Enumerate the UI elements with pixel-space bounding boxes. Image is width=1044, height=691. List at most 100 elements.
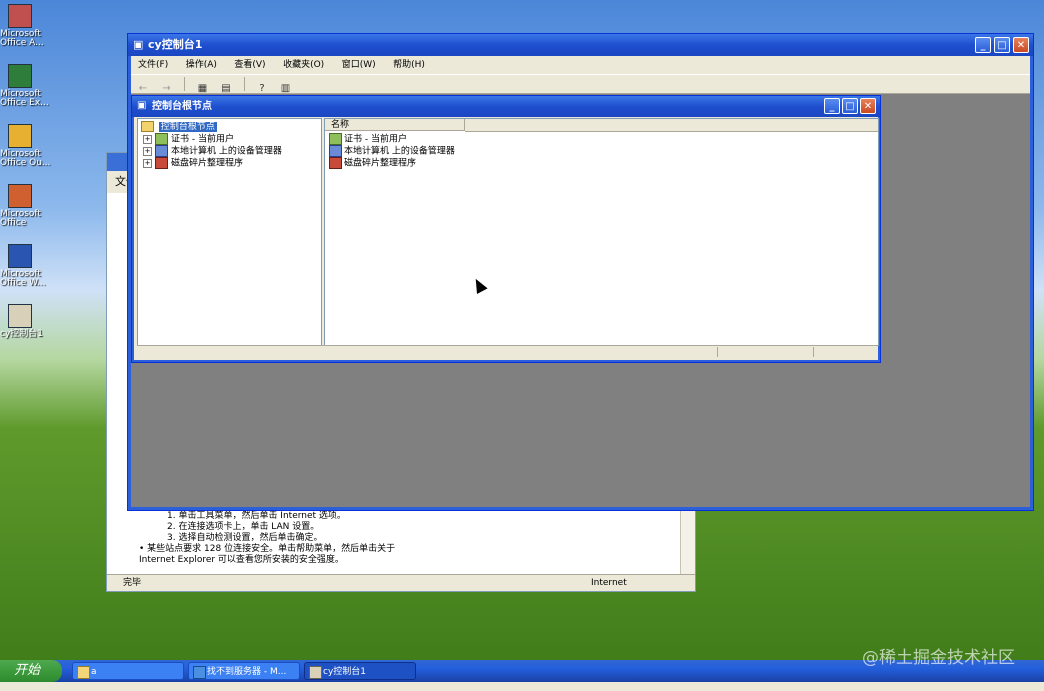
folder-icon [77, 666, 90, 679]
minimize-button[interactable]: _ [975, 37, 991, 53]
toolbar-separator [184, 77, 185, 91]
close-button[interactable]: ✕ [1013, 37, 1029, 53]
taskbar-button-console[interactable]: cy控制台1 [304, 662, 416, 680]
tree-root-label: 控制台根节点 [158, 122, 217, 132]
desktop-icon-label: Microsoft Office [0, 209, 41, 228]
mmc-app-icon: ▣ [133, 38, 144, 51]
menu-help[interactable]: 帮助(H) [386, 56, 432, 74]
taskbar-button-label: cy控制台1 [323, 667, 367, 677]
console-root-icon: ▣ [137, 100, 147, 111]
back-icon[interactable]: ← [135, 82, 151, 96]
tree-item-defrag[interactable]: + 磁盘碎片整理程序 [143, 157, 243, 170]
defrag-icon [155, 157, 168, 169]
expand-icon[interactable]: + [143, 134, 152, 144]
ie-content-line: 2. 在连接选项卡上，单击 LAN 设置。 [167, 522, 320, 532]
menu-favorites[interactable]: 收藏夹(O) [276, 56, 331, 74]
tree-item-label: 本地计算机 上的设备管理器 [171, 146, 282, 157]
forward-icon[interactable]: → [159, 82, 175, 96]
excel-icon [8, 64, 32, 88]
ie-content-line: 3. 选择自动检测设置，然后单击确定。 [167, 533, 323, 543]
show-tree-icon[interactable]: ▦ [195, 82, 211, 96]
ie-scrollbar[interactable] [680, 511, 695, 575]
list-pane[interactable]: 名称 证书 - 当前用户 本地计算机 上的设备管理器 磁盘碎片整理程序 [324, 118, 879, 346]
export-icon[interactable]: ▤ [218, 82, 234, 96]
desktop-icon-label: Microsoft Office Ou... [0, 149, 51, 168]
desktop-icon-outlook[interactable]: Microsoft Office Ou... [0, 124, 60, 168]
ie-page-content: 1. 单击工具菜单，然后单击 Internet 选项。 2. 在连接选项卡上，单… [127, 511, 687, 566]
console-root-window[interactable]: ▣ 控制台根节点 _ □ ✕ 控制台根节点 + 证书 - 当前用户 + 本地计算机 … [131, 95, 881, 363]
ie-content-line: Internet Explorer 可以查看您所安装的安全强度。 [139, 555, 344, 565]
child-maximize-button[interactable]: □ [842, 98, 858, 114]
powerpoint-icon [8, 184, 32, 208]
desktop-icon-label: Microsoft Office Ex... [0, 89, 49, 108]
tree-item-device-manager[interactable]: + 本地计算机 上的设备管理器 [143, 145, 282, 158]
child-title-bar[interactable]: ▣ 控制台根节点 _ □ ✕ [132, 96, 880, 117]
tree-root-node[interactable]: 控制台根节点 [141, 121, 217, 133]
certificate-icon [155, 133, 168, 145]
taskbar-button-folder[interactable]: a [72, 662, 184, 680]
mmc-window[interactable]: ▣ cy控制台1 _ □ ✕ 文件(F) 操作(A) 查看(V) 收藏夹(O) … [127, 33, 1034, 511]
tree-item-label: 磁盘碎片整理程序 [171, 158, 244, 169]
mmc-window-title: cy控制台1 [148, 38, 203, 51]
expand-icon[interactable]: + [143, 146, 152, 156]
mmc-console-icon [309, 666, 322, 679]
ie-zone-text: Internet [591, 578, 627, 588]
taskbar-button-ie[interactable]: 找不到服务器 - M... [188, 662, 300, 680]
menu-window[interactable]: 窗口(W) [335, 56, 383, 74]
mmc-console-icon [8, 304, 32, 328]
list-item-label: 本地计算机 上的设备管理器 [344, 146, 455, 157]
desktop-icon-access[interactable]: Microsoft Office A... [0, 4, 60, 48]
taskbar-button-label: 找不到服务器 - M... [207, 667, 287, 677]
menu-view[interactable]: 查看(V) [227, 56, 272, 74]
taskbar-button-label: a [91, 667, 97, 677]
desktop-icon-label: Microsoft Office W... [0, 269, 46, 288]
column-header-name[interactable]: 名称 [325, 119, 465, 131]
child-close-button[interactable]: ✕ [860, 98, 876, 114]
desktop-icon-word[interactable]: Microsoft Office W... [0, 244, 60, 288]
computer-icon [329, 145, 342, 157]
list-item-certificates[interactable]: 证书 - 当前用户 [329, 133, 407, 146]
help-icon[interactable]: ? [254, 82, 270, 96]
child-minimize-button[interactable]: _ [824, 98, 840, 114]
expand-icon[interactable]: + [143, 158, 152, 168]
list-item-label: 证书 - 当前用户 [344, 134, 407, 145]
menu-file[interactable]: 文件(F) [131, 56, 175, 74]
mmc-toolbar: ← → ▦ ▤ ? ▥ [131, 74, 1030, 94]
list-item-label: 磁盘碎片整理程序 [344, 158, 417, 169]
watermark: @稀土掘金技术社区 [862, 648, 1015, 668]
column-header-filler [465, 119, 878, 132]
tree-pane[interactable]: 控制台根节点 + 证书 - 当前用户 + 本地计算机 上的设备管理器 + 磁盘碎片整理… [137, 118, 322, 346]
desktop-icon-console[interactable]: cy控制台1 [0, 304, 60, 339]
list-item-device-manager[interactable]: 本地计算机 上的设备管理器 [329, 145, 455, 158]
child-status-bar [137, 345, 877, 359]
desktop-icon-label: cy控制台1 [0, 329, 44, 339]
status-divider [717, 347, 718, 357]
tree-item-certificates[interactable]: + 证书 - 当前用户 [143, 133, 234, 146]
child-window-title: 控制台根节点 [152, 101, 212, 112]
desktop-icon-powerpoint[interactable]: Microsoft Office [0, 184, 60, 228]
tree-item-label: 证书 - 当前用户 [171, 134, 234, 145]
ie-status-bar: 完毕 Internet [107, 574, 695, 591]
host-status-strip [0, 682, 1044, 691]
menu-action[interactable]: 操作(A) [179, 56, 224, 74]
ie-icon [193, 666, 206, 679]
certificate-icon [329, 133, 342, 145]
desktop-icon-label: Microsoft Office A... [0, 29, 44, 48]
start-label: 开始 [14, 663, 41, 678]
ie-content-line: 1. 单击工具菜单，然后单击 Internet 选项。 [167, 511, 346, 521]
properties-icon[interactable]: ▥ [278, 82, 294, 96]
maximize-button[interactable]: □ [994, 37, 1010, 53]
defrag-icon [329, 157, 342, 169]
ie-status-text: 完毕 [123, 578, 142, 588]
list-item-defrag[interactable]: 磁盘碎片整理程序 [329, 157, 416, 170]
toolbar-separator [243, 77, 245, 91]
access-icon [8, 4, 32, 28]
desktop-icon-excel[interactable]: Microsoft Office Ex... [0, 64, 60, 108]
ie-content-line: • 某些站点要求 128 位连接安全。单击帮助菜单，然后单击关于 [139, 544, 396, 554]
computer-icon [155, 145, 168, 157]
mmc-menu-bar: 文件(F) 操作(A) 查看(V) 收藏夹(O) 窗口(W) 帮助(H) [131, 56, 1030, 74]
mmc-title-bar[interactable]: ▣ cy控制台1 _ □ ✕ [128, 34, 1033, 56]
folder-open-icon [141, 121, 154, 132]
start-button[interactable]: 开始 [0, 660, 62, 682]
outlook-icon [8, 124, 32, 148]
